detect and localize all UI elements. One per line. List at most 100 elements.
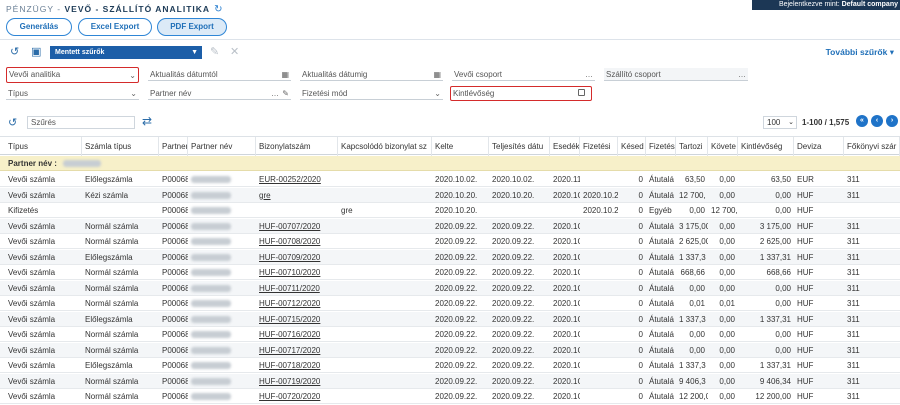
edit-icon[interactable]: ✎ <box>210 45 219 58</box>
cell-related-doc <box>338 219 432 234</box>
table-row[interactable]: Vevői számla Normál számla P00068 HUF-00716… <box>0 327 900 342</box>
edit-icon[interactable]: ✎ <box>282 87 289 99</box>
cell-doc-number[interactable]: EUR-00252/2020 <box>256 172 338 187</box>
table-row[interactable]: Vevői számla Normál számla P00068 HUF-00707… <box>0 218 900 234</box>
receivable-checkbox[interactable] <box>578 89 585 96</box>
col-type[interactable]: Típus <box>0 137 82 156</box>
col-debit[interactable]: Tartozi <box>676 137 708 156</box>
cell-late: 0 <box>638 175 643 184</box>
cell-currency: HUF <box>797 299 814 308</box>
supplier-group-placeholder: Szállító csoport <box>606 70 661 79</box>
cell-currency: HUF <box>797 206 814 215</box>
cell-partner: P00068 <box>162 252 188 262</box>
table-row[interactable]: Vevői számla Normál számla P00068 HUF-00708… <box>0 234 900 249</box>
table-row[interactable]: Vevői számla Előlegszámla P00068 HUF-00718/… <box>0 358 900 373</box>
cell-doc-number[interactable]: HUF-00718/2020 <box>256 358 338 373</box>
cell-doc-number[interactable]: HUF-00715/2020 <box>256 312 338 327</box>
col-receivable[interactable]: Kintlévőség <box>738 137 794 156</box>
col-related-doc[interactable]: Kapcsolódó bizonylat sz <box>338 137 432 156</box>
cell-doc-number[interactable]: HUF-00710/2020 <box>256 265 338 280</box>
table-row[interactable]: Vevői számla Normál számla P00068 HUF-00712… <box>0 296 900 311</box>
cell-currency: HUF <box>797 376 814 386</box>
col-date[interactable]: Kelte <box>432 137 489 156</box>
update-from-field[interactable]: Aktualitás dátumtól ▦ <box>148 68 291 81</box>
table-row[interactable]: Vevői számla Normál számla P00068 HUF-00710… <box>0 265 900 280</box>
supplier-group-field[interactable]: Szállító csoport … <box>604 68 748 81</box>
table-row[interactable]: Vevői számla Normál számla P00068 HUF-00719… <box>0 373 900 389</box>
saved-filters-dropdown[interactable]: Mentett szűrők ▼ <box>50 46 202 59</box>
cell-doc-number[interactable]: HUF-00707/2020 <box>256 219 338 234</box>
more-filters-link[interactable]: További szűrők ▾ <box>826 47 894 58</box>
prev-page-icon[interactable]: ‹ <box>871 115 883 127</box>
more-icon[interactable]: … <box>585 68 593 80</box>
swap-icon[interactable]: ⇄ <box>142 114 152 128</box>
tab-excel-export[interactable]: Excel Export <box>78 18 152 36</box>
type-select[interactable]: Típus ⌄ <box>6 87 139 100</box>
cell-late: 0 <box>638 190 643 200</box>
col-performance-date[interactable]: Teljesítés dátu <box>489 137 550 156</box>
first-page-icon[interactable]: « <box>856 115 868 127</box>
update-to-field[interactable]: Aktualitás dátumig ▦ <box>300 68 443 81</box>
cell-doc-number[interactable]: HUF-00712/2020 <box>256 296 338 311</box>
cell-due: 2020.1C <box>553 237 580 246</box>
next-page-icon[interactable]: › <box>886 115 898 127</box>
cell-payment <box>580 343 618 358</box>
cell-related-doc <box>338 343 432 358</box>
search-input[interactable]: Szűrés <box>27 116 135 129</box>
tab-generate[interactable]: Generálás <box>6 18 72 36</box>
cell-partner: P00068 <box>162 237 188 246</box>
col-credit[interactable]: Követe <box>708 137 738 156</box>
col-currency[interactable]: Deviza <box>794 137 844 156</box>
cell-doc-number[interactable]: HUF-00720/2020 <box>256 389 338 404</box>
cell-debit: 0,00 <box>689 330 705 339</box>
calendar-icon[interactable]: ▦ <box>433 68 441 80</box>
analytics-select[interactable]: Vevői analitika ⌄ <box>6 67 139 83</box>
cell-doc-number[interactable]: HUF-00711/2020 <box>256 281 338 296</box>
table-row[interactable]: Vevői számla Előlegszámla P00068 HUF-00709/… <box>0 249 900 265</box>
grid-reset-icon[interactable]: ↺ <box>8 116 17 129</box>
more-icon[interactable]: … <box>271 87 279 99</box>
tab-pdf-export[interactable]: PDF Export <box>157 18 227 36</box>
table-row[interactable]: Kifizetés P00068 gre 2020.10.20. 2020.10.2 0 E… <box>0 203 900 218</box>
col-late[interactable]: Késed <box>618 137 646 156</box>
cell-gl-account: 311 <box>847 221 860 231</box>
blurred-partner-name <box>191 393 231 401</box>
table-row[interactable]: Vevői számla Kézi számla P00068 gre 2020.10.… <box>0 187 900 203</box>
save-icon[interactable]: ▣ <box>31 45 41 58</box>
cell-late: 0 <box>638 330 643 339</box>
col-invoice-type[interactable]: Számla típus <box>82 137 159 156</box>
table-row[interactable]: Vevői számla Előlegszámla P00068 HUF-00715/… <box>0 311 900 327</box>
calendar-icon[interactable]: ▦ <box>281 68 289 80</box>
refresh-icon[interactable]: ↻ <box>214 4 223 15</box>
cell-doc-number[interactable]: gre <box>256 188 338 203</box>
cell-doc-number[interactable]: HUF-00719/2020 <box>256 374 338 389</box>
col-payment-method[interactable]: Fizetés <box>646 137 676 156</box>
cell-currency: HUF <box>797 392 814 401</box>
col-partner-name[interactable]: Partner név <box>188 137 256 156</box>
col-gl-account[interactable]: Főkönyvi szár <box>844 137 900 156</box>
col-doc-number[interactable]: Bizonylatszám <box>256 137 338 156</box>
col-due[interactable]: Esedék <box>550 137 580 156</box>
cell-doc-number[interactable]: HUF-00709/2020 <box>256 250 338 265</box>
user-name[interactable]: Default company <box>842 1 898 8</box>
col-payment[interactable]: Fizetési <box>580 137 618 156</box>
table-row[interactable]: Vevői számla Előlegszámla P00068 EUR-00252/… <box>0 172 900 187</box>
cell-doc-number[interactable]: HUF-00708/2020 <box>256 234 338 249</box>
table-row[interactable]: Vevői számla Normál számla P00068 HUF-00711… <box>0 280 900 296</box>
reset-icon[interactable]: ↺ <box>10 45 19 58</box>
payment-method-select[interactable]: Fizetési mód ⌄ <box>300 87 443 100</box>
group-row[interactable]: Partner név : <box>0 156 900 171</box>
page-size-select[interactable]: 100 ⌄ <box>763 116 797 129</box>
close-icon[interactable]: ✕ <box>230 45 239 58</box>
partner-name-field[interactable]: Partner név … ✎ <box>148 87 291 100</box>
col-partner[interactable]: Partner <box>159 137 188 156</box>
cell-doc-number[interactable]: HUF-00716/2020 <box>256 327 338 342</box>
cell-due <box>550 203 580 218</box>
customer-group-field[interactable]: Vevői csoport… <box>452 68 595 81</box>
more-icon[interactable]: … <box>738 68 746 80</box>
cell-due: 2020.1C <box>553 361 580 370</box>
table-row[interactable]: Vevői számla Normál számla P00068 HUF-00720… <box>0 389 900 404</box>
cell-doc-number[interactable]: HUF-00717/2020 <box>256 343 338 358</box>
receivable-checkbox-field[interactable]: Kintlévőség <box>450 86 592 101</box>
table-row[interactable]: Vevői számla Normál számla P00068 HUF-00717… <box>0 342 900 358</box>
